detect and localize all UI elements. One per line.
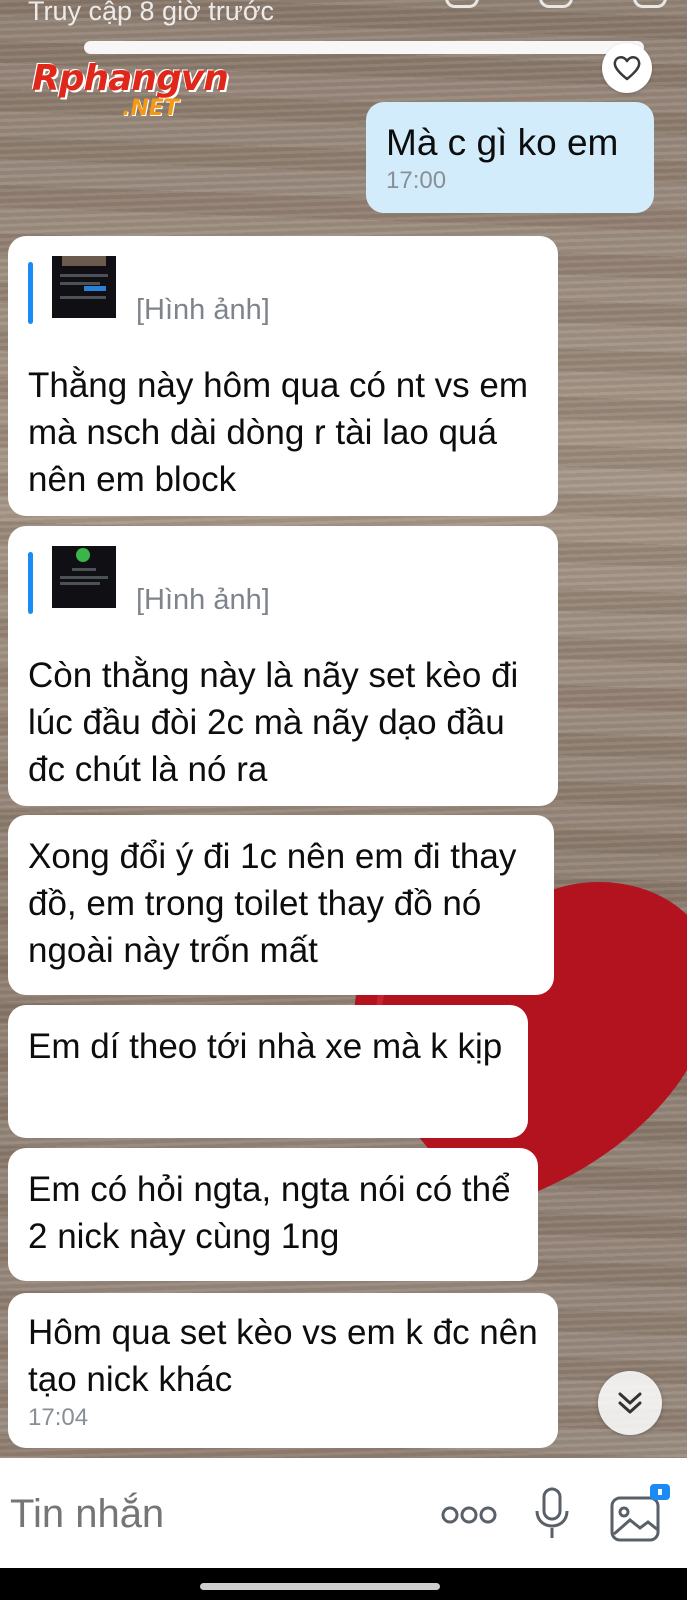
watermark-main-text: Rphangvn — [32, 58, 229, 99]
image-gallery-icon[interactable] — [608, 1482, 672, 1546]
header-actions — [445, 0, 667, 8]
message-bubble-received[interactable]: [Hình ảnh] Thằng này hôm qua có nt vs em… — [8, 236, 558, 516]
message-text: Mà c gì ko em — [386, 122, 619, 163]
double-chevron-down-icon[interactable] — [598, 1371, 662, 1435]
video-call-icon[interactable] — [539, 0, 573, 8]
message-time: 17:04 — [28, 1404, 89, 1431]
menu-icon[interactable] — [633, 0, 667, 8]
thumb-line — [72, 568, 96, 571]
message-bubble-received[interactable]: Em có hỏi ngta, ngta nói có thể 2 nick n… — [8, 1148, 538, 1281]
thumb-line — [60, 582, 100, 585]
pinned-bar — [84, 41, 644, 54]
image-quote[interactable]: [Hình ảnh] — [28, 546, 538, 638]
watermark-logo: Rphangvn .NET — [32, 58, 229, 121]
quote-bar — [28, 262, 33, 324]
more-dots-icon[interactable] — [440, 1494, 498, 1536]
message-bubble-received[interactable]: Em dí theo tới nhà xe mà k kịp — [8, 1005, 528, 1138]
watermark-sub-text: .NET — [122, 96, 179, 121]
image-quote[interactable]: [Hình ảnh] — [28, 256, 538, 348]
message-text: Em dí theo tới nhà xe mà k kịp — [28, 1027, 503, 1066]
message-text: Thằng này hôm qua có nt vs em mà nsch dà… — [28, 366, 528, 499]
message-time: 17:00 — [386, 167, 447, 194]
thumb-line — [60, 576, 108, 579]
message-text: Em có hỏi ngta, ngta nói có thể 2 nick n… — [28, 1170, 511, 1256]
home-indicator[interactable] — [200, 1583, 440, 1590]
thumb-avatar — [76, 548, 90, 562]
quote-label: [Hình ảnh] — [136, 294, 270, 326]
message-bubble-sent[interactable]: Mà c gì ko em 17:00 — [366, 102, 654, 213]
message-bubble-received[interactable]: Hôm qua set kèo vs em k đc nên tạo nick … — [8, 1293, 558, 1448]
quote-label: [Hình ảnh] — [136, 584, 270, 616]
message-text: Xong đổi ý đi 1c nên em đi thay đồ, em t… — [28, 837, 517, 970]
thumb-photo — [62, 256, 106, 266]
image-thumbnail[interactable] — [52, 256, 116, 318]
message-bubble-received[interactable]: [Hình ảnh] Còn thằng này là nãy set kèo … — [8, 526, 558, 806]
message-input[interactable] — [10, 1492, 390, 1537]
thumb-button — [84, 286, 106, 291]
call-icon[interactable] — [445, 0, 479, 8]
message-text: Còn thằng này là nãy set kèo đi lúc đầu … — [28, 656, 519, 789]
thumb-line — [60, 274, 108, 277]
message-text: Hôm qua set kèo vs em k đc nên tạo nick … — [28, 1313, 538, 1399]
quote-bar — [28, 552, 33, 614]
microphone-icon[interactable] — [530, 1484, 574, 1544]
last-seen-status: Truy cập 8 giờ trước — [28, 0, 275, 26]
heart-outline-icon[interactable] — [602, 43, 652, 93]
message-bubble-received[interactable]: Xong đổi ý đi 1c nên em đi thay đồ, em t… — [8, 815, 554, 995]
message-composer — [0, 1458, 687, 1568]
thumb-line — [60, 296, 106, 299]
thumb-line — [60, 282, 100, 285]
image-thumbnail[interactable] — [52, 546, 116, 608]
